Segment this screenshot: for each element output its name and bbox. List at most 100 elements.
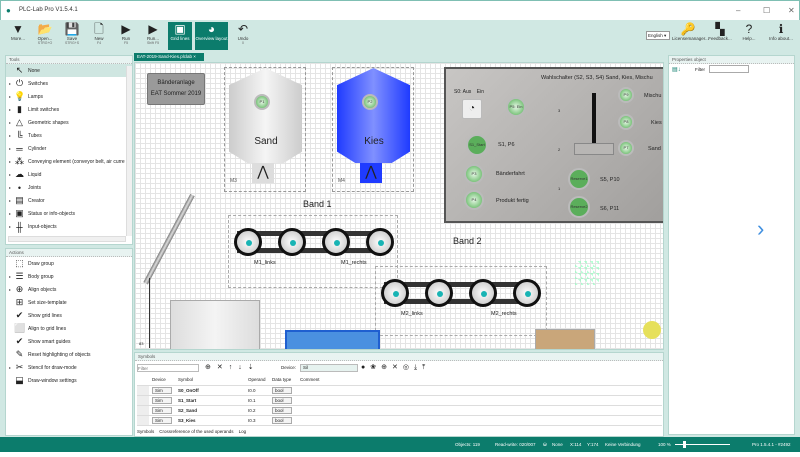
- s0-rotary-switch[interactable]: ◔: [462, 99, 482, 119]
- device-dropdown[interactable]: Sim: [152, 396, 172, 404]
- tools-item[interactable]: ▸ ▤ Creator: [6, 194, 132, 207]
- info-icon[interactable]: ●: [361, 364, 370, 371]
- feedback-button[interactable]: ▚ Feedback...: [706, 22, 734, 50]
- actions-item[interactable]: ▸ ⊕ Align objects: [6, 283, 132, 296]
- actions-item[interactable]: ⬓ Draw-window settings: [6, 374, 132, 387]
- device-dropdown[interactable]: Sim: [152, 416, 172, 424]
- pattern-object[interactable]: [575, 261, 599, 285]
- container-blue[interactable]: [285, 330, 380, 349]
- tab-symbols[interactable]: Symbols: [137, 429, 154, 434]
- sort-icon[interactable]: ⇣: [248, 364, 260, 371]
- move-down-icon[interactable]: ↓: [238, 364, 248, 371]
- actions-item[interactable]: ✎ Reset highlighting of objects: [6, 348, 132, 361]
- row-header[interactable]: [137, 415, 149, 426]
- actions-item[interactable]: ⬚ Draw group: [6, 257, 132, 270]
- symbol-cell[interactable]: S0_OnOff: [175, 385, 245, 396]
- run-button[interactable]: ▶ Run F5: [112, 22, 140, 50]
- symbol-cell[interactable]: S1_Start: [175, 395, 245, 406]
- overview-layout-button[interactable]: ◕ Overview layout: [195, 22, 228, 50]
- title-label-box[interactable]: Bänderanlage EAT Sommer 2019: [147, 73, 205, 105]
- datatype-dropdown[interactable]: bool: [272, 416, 292, 424]
- actions-item[interactable]: ✔ Show smart guides: [6, 335, 132, 348]
- row-header[interactable]: [137, 395, 149, 406]
- table-row[interactable]: Sim S3_Kies I0.3 bool: [137, 415, 662, 426]
- chevron-right-icon[interactable]: ›: [757, 216, 764, 242]
- table-row[interactable]: Sim S0_OnOff I0.0 bool: [137, 385, 662, 396]
- connect-icon[interactable]: ❀: [370, 364, 381, 371]
- help-button[interactable]: ? Help...: [735, 22, 763, 50]
- drawing-canvas[interactable]: Bänderanlage EAT Sommer 2019 P1 Sand ⋀ M…: [134, 62, 664, 350]
- tools-item[interactable]: ▸ ▮ Limit switches: [6, 103, 132, 116]
- row-header[interactable]: [137, 385, 149, 396]
- operand-cell[interactable]: I0.2: [245, 405, 269, 416]
- zoom-slider[interactable]: [675, 441, 730, 448]
- tools-item[interactable]: ▸ ⁂ Conveying element (conveyor belt, air …: [6, 155, 132, 168]
- silo-kies[interactable]: P2 Kies ⋀ M4: [332, 67, 414, 192]
- operand-cell[interactable]: I0.0: [245, 385, 269, 396]
- new-button[interactable]: 🗋 New F4: [85, 22, 113, 50]
- actions-item[interactable]: ⬜ Align to grid lines: [6, 322, 132, 335]
- operand-cell[interactable]: I0.1: [245, 395, 269, 406]
- tools-item[interactable]: ▸ ╫ Input-objects: [6, 220, 132, 233]
- zoom-slider-thumb[interactable]: [683, 441, 686, 448]
- container-brown[interactable]: [535, 329, 595, 349]
- symbol-cell[interactable]: S2_Sand: [175, 405, 245, 416]
- tools-item[interactable]: ↖ None: [6, 64, 132, 77]
- document-tab[interactable]: EAT-2019-Sand-Kies.plclab ×: [134, 53, 204, 61]
- symbols-filter-input[interactable]: [137, 364, 199, 372]
- row-header[interactable]: [137, 405, 149, 416]
- tools-hscrollbar[interactable]: [8, 236, 126, 242]
- close-button[interactable]: ✕: [788, 6, 795, 15]
- open-button[interactable]: 📂 Open... STRG+O: [31, 22, 59, 50]
- comment-cell[interactable]: [297, 395, 662, 406]
- add-icon[interactable]: ⊕: [205, 364, 217, 371]
- datatype-dropdown[interactable]: bool: [272, 396, 292, 404]
- silo-sand[interactable]: P1 Sand ⋀ M3: [224, 67, 306, 192]
- sort-category-icon[interactable]: ▤↓: [672, 66, 681, 73]
- actions-item[interactable]: ⊞ Set size-template: [6, 296, 132, 309]
- delete-icon[interactable]: ✕: [392, 364, 403, 371]
- tab-log[interactable]: Log: [239, 429, 247, 434]
- tools-scrollbar[interactable]: [126, 66, 132, 236]
- table-row[interactable]: Sim S2_Sand I0.2 bool: [137, 405, 662, 416]
- s6-button[interactable]: Reserve2: [568, 196, 590, 218]
- tools-item[interactable]: ▸ △ Geometric shapes: [6, 116, 132, 129]
- grid-lines-button[interactable]: ▣ Grid lines: [168, 22, 192, 50]
- tools-item[interactable]: ▸ • Joints: [6, 181, 132, 194]
- add-icon[interactable]: ⊕: [381, 364, 392, 371]
- comment-cell[interactable]: [297, 405, 662, 416]
- s5-button[interactable]: Reserve1: [568, 168, 590, 190]
- tools-item[interactable]: ▸ 💡 Lamps: [6, 90, 132, 103]
- properties-filter-input[interactable]: [709, 65, 749, 73]
- device-dropdown[interactable]: Sim: [152, 406, 172, 414]
- selector-lever[interactable]: [592, 93, 596, 143]
- import-icon[interactable]: ⤓: [414, 364, 422, 371]
- comment-cell[interactable]: [297, 415, 662, 426]
- tools-item[interactable]: ▸ ═ Cylinder: [6, 142, 132, 155]
- symbol-cell[interactable]: S3_Kies: [175, 415, 245, 426]
- settings-icon[interactable]: ◎: [403, 364, 414, 371]
- s1-start-button[interactable]: S1_Start: [466, 134, 488, 156]
- move-up-icon[interactable]: ↑: [229, 364, 239, 371]
- delete-icon[interactable]: ✕: [217, 364, 229, 371]
- device-dropdown[interactable]: Sim: [152, 386, 172, 394]
- info-about-button[interactable]: ℹ Info about...: [765, 22, 797, 50]
- tab-crossreference[interactable]: Crossreference of the used operands: [159, 429, 233, 434]
- device-select[interactable]: Sil: [300, 364, 358, 372]
- datatype-dropdown[interactable]: bool: [272, 406, 292, 414]
- conveyor-band2[interactable]: M2_links M2_rechts: [375, 266, 547, 336]
- selector-slider-handle[interactable]: [574, 143, 614, 155]
- export-icon[interactable]: ⤒: [422, 364, 430, 371]
- datatype-dropdown[interactable]: bool: [272, 386, 292, 394]
- table-row[interactable]: Sim S1_Start I0.1 bool: [137, 395, 662, 406]
- maximize-button[interactable]: ☐: [763, 6, 770, 15]
- tools-item[interactable]: ▸ ▣ Status or info-objects: [6, 207, 132, 220]
- tools-item[interactable]: ▸ ☁ Liquid: [6, 168, 132, 181]
- language-select[interactable]: English ▾: [646, 31, 670, 40]
- tools-item[interactable]: ▸ ⏻ Switches: [6, 77, 132, 90]
- save-button[interactable]: 💾 Save STRG+S: [58, 22, 86, 50]
- actions-item[interactable]: ▸ ☰ Body group: [6, 270, 132, 283]
- license-manager-button[interactable]: 🔑 Licensemanager...: [672, 22, 709, 50]
- tools-item[interactable]: ▸ ╚ Tubes: [6, 129, 132, 142]
- actions-item[interactable]: ▸ ✂ Stencil for draw-mode: [6, 361, 132, 374]
